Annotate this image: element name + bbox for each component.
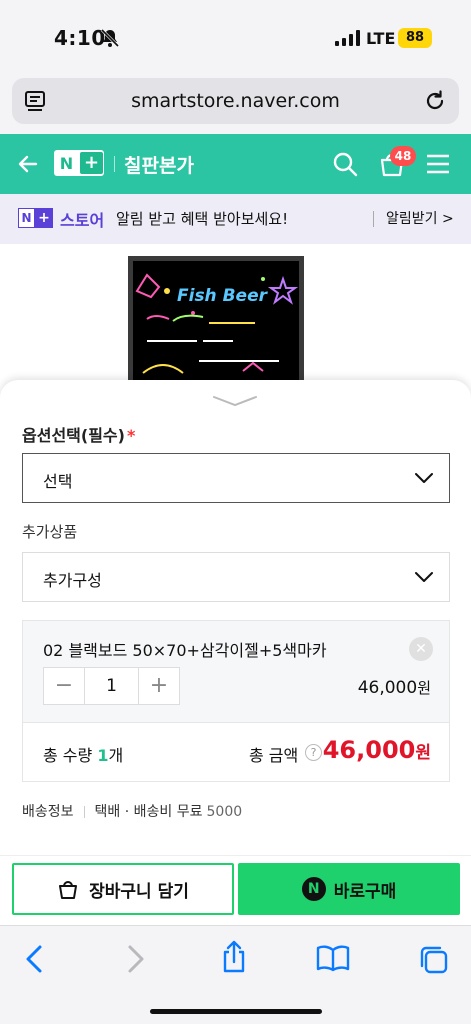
option-bottom-sheet: 옵션선택(필수) * 선택 추가상품 추가구성 02 블랙보드 50×70+삼각이…: [0, 380, 471, 855]
total-amount: 46,000원: [323, 736, 431, 764]
shipping-divider: [83, 806, 85, 818]
increase-quantity-button[interactable]: +: [139, 668, 179, 704]
item-price-currency: 원: [417, 679, 431, 697]
shipping-label: 배송정보: [22, 804, 74, 820]
home-indicator: [150, 1009, 322, 1014]
additional-option-value: 추가구성: [43, 571, 102, 590]
order-total: 총 수량 1개 총 금액 ? 46,000원: [22, 722, 450, 782]
chevron-down-icon: [415, 572, 433, 582]
help-icon[interactable]: ?: [305, 744, 322, 761]
npay-icon: N: [301, 877, 326, 901]
bookmarks-icon[interactable]: [316, 944, 350, 972]
additional-option-select[interactable]: 추가구성: [22, 552, 450, 602]
cart-count-badge: 48: [390, 146, 416, 166]
url-domain[interactable]: smartstore.naver.com: [12, 90, 459, 112]
close-icon[interactable]: ✕: [409, 637, 433, 661]
item-price-value: 46,000: [357, 678, 418, 698]
header-divider: [114, 156, 115, 172]
shipping-method: 택배 · 배송비 무료: [94, 804, 203, 820]
safari-toolbar: [0, 925, 471, 1024]
safari-back-icon[interactable]: [22, 944, 46, 974]
buy-now-label: 바로구매: [333, 881, 397, 902]
status-time: 4:10: [54, 26, 106, 50]
sheet-collapse-handle[interactable]: [212, 394, 258, 408]
add-to-cart-label: 장바구니 담기: [89, 881, 189, 902]
browser-toolbar: smartstore.naver.com: [0, 70, 471, 134]
svg-text:Fish Beer: Fish Beer: [177, 286, 269, 306]
total-amount-value: 46,000: [322, 736, 416, 764]
required-option-value: 선택: [43, 472, 73, 491]
shipping-fee: 5000: [206, 804, 243, 820]
notification-banner: N + 스토어 알림 받고 혜택 받아보세요! 알림받기 >: [0, 194, 471, 244]
decrease-quantity-button[interactable]: −: [44, 668, 84, 704]
total-amount-currency: 원: [415, 743, 431, 763]
search-icon[interactable]: [332, 151, 358, 177]
required-option-text: 옵션선택(필수): [22, 426, 125, 445]
share-icon[interactable]: [220, 940, 248, 974]
required-mark: *: [126, 426, 136, 445]
back-arrow-icon[interactable]: [16, 152, 40, 176]
store-name[interactable]: 칠판본가: [124, 151, 194, 178]
additional-product-label: 추가상품: [22, 523, 78, 541]
logo-plus: +: [80, 152, 103, 174]
buy-now-button[interactable]: N 바로구매: [238, 863, 460, 915]
naver-plus-store-logo: N +: [18, 208, 54, 228]
selected-item-price: 46,000원: [358, 677, 431, 698]
tabs-icon[interactable]: [418, 944, 450, 976]
required-option-select[interactable]: 선택: [22, 453, 450, 503]
quantity-value[interactable]: 1: [84, 668, 139, 704]
chevron-down-icon: [415, 473, 433, 483]
address-bar[interactable]: smartstore.naver.com: [12, 78, 459, 124]
signal-icon: [335, 30, 360, 46]
reload-icon[interactable]: [423, 89, 447, 113]
notice-divider: [373, 211, 374, 227]
selected-item-name: 02 블랙보드 50×70+삼각이젤+5색마카: [43, 641, 327, 660]
bell-slash-icon: [100, 28, 120, 48]
menu-icon[interactable]: [426, 154, 450, 174]
total-qty-value: 1: [97, 746, 109, 765]
naver-plus-logo[interactable]: N +: [54, 150, 104, 176]
safari-forward-icon[interactable]: [124, 944, 148, 974]
selected-item: 02 블랙보드 50×70+삼각이젤+5색마카 ✕ − 1 + 46,000원: [22, 620, 450, 722]
total-qty-label: 총 수량: [43, 746, 93, 765]
status-bar: 4:10 LTE 88: [0, 0, 471, 70]
total-quantity: 총 수량 1개: [43, 742, 123, 766]
add-to-cart-button[interactable]: 장바구니 담기: [12, 863, 234, 915]
battery-badge: 88: [398, 28, 432, 48]
product-image-area: Fish Beer: [0, 244, 471, 386]
purchase-actions: 장바구니 담기 N 바로구매: [0, 855, 471, 925]
mini-logo-plus: +: [35, 208, 53, 228]
total-amount-label: 총 금액: [249, 746, 299, 765]
quantity-stepper: − 1 +: [43, 667, 180, 705]
chalkboard-illustration: Fish Beer: [135, 273, 299, 374]
product-image[interactable]: Fish Beer: [128, 256, 304, 386]
notice-message: 알림 받고 혜택 받아보세요!: [116, 210, 289, 228]
logo-n: N: [59, 153, 74, 173]
total-qty-unit: 개: [108, 746, 124, 765]
required-option-label: 옵션선택(필수) *: [22, 422, 135, 446]
subscribe-alert-button[interactable]: 알림받기 >: [386, 208, 454, 228]
network-label: LTE: [366, 29, 396, 48]
shopping-bag-icon: [59, 881, 78, 899]
plus-store-label: 스토어: [60, 211, 105, 230]
store-header: N + 칠판본가 48: [0, 134, 471, 194]
mini-logo-n: N: [18, 208, 35, 228]
shipping-info: 배송정보 택배 · 배송비 무료 5000: [22, 801, 242, 821]
